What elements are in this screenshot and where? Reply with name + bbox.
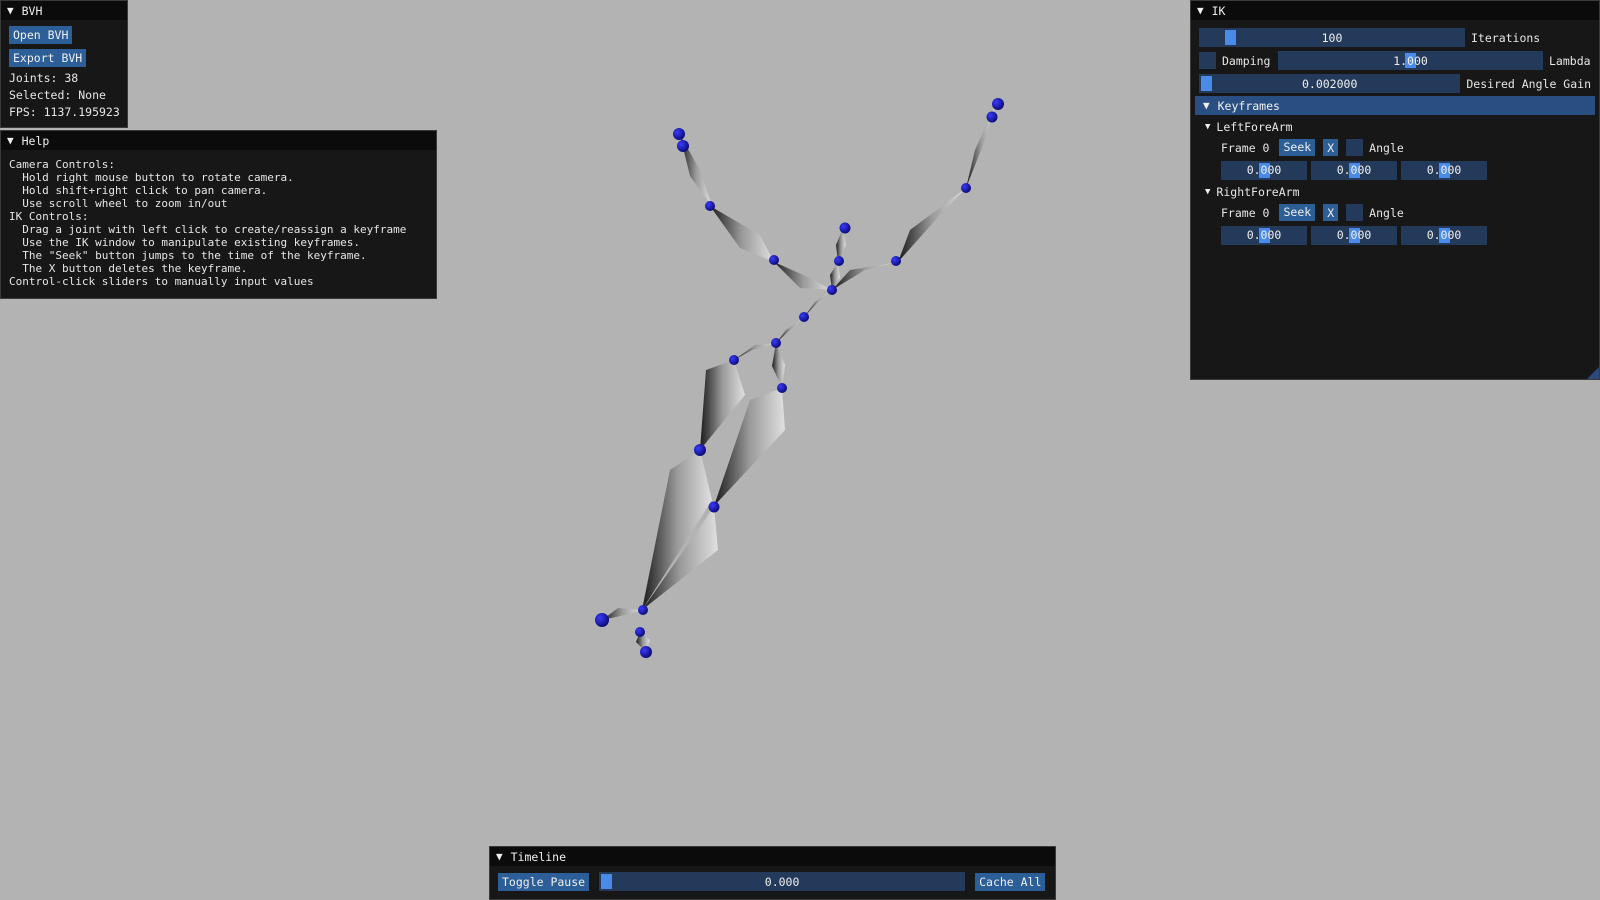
iterations-value: 100 [1321, 30, 1343, 45]
collapse-triangle-icon[interactable]: ▼ [7, 4, 14, 17]
timeline-titlebar[interactable]: ▼ Timeline [490, 847, 1055, 866]
help-line: Camera Controls: [9, 158, 115, 171]
bvh-window: ▼ BVH Open BVH Export BVH Joints: 38 Sel… [0, 0, 128, 128]
ik-titlebar[interactable]: ▼ IK [1191, 1, 1599, 20]
vector-x-value: 0.000 [1246, 228, 1282, 242]
help-line: The "Seek" button jumps to the time of t… [9, 249, 367, 262]
keyframe-row: Frame 0 Seek X Angle [1191, 136, 1599, 159]
angle-checkbox[interactable] [1346, 139, 1364, 156]
help-line: Hold right mouse button to rotate camera… [9, 171, 294, 184]
vector-y-slider[interactable]: 0.000 [1311, 225, 1397, 245]
bvh-titlebar[interactable]: ▼ BVH [1, 1, 127, 20]
help-line: The X button deletes the keyframe. [9, 262, 248, 275]
vector-y-slider[interactable]: 0.000 [1311, 160, 1397, 180]
timeline-slider[interactable]: 0.000 [599, 872, 966, 891]
damping-checkbox[interactable] [1199, 52, 1216, 69]
damping-label: Damping [1222, 53, 1271, 68]
angle-gain-label: Desired Angle Gain [1466, 76, 1591, 91]
slider-grab[interactable] [1201, 76, 1212, 91]
iterations-label: Iterations [1471, 30, 1541, 45]
vector-z-value: 0.000 [1426, 163, 1462, 177]
collapse-triangle-icon[interactable]: ▼ [7, 134, 14, 147]
collapse-triangle-icon[interactable]: ▼ [1205, 122, 1210, 132]
vector-z-slider[interactable]: 0.000 [1401, 225, 1487, 245]
angle-gain-value: 0.002000 [1301, 76, 1358, 91]
keyframe-joint-name: RightForeArm [1216, 184, 1300, 199]
iterations-slider[interactable]: 100 [1199, 28, 1465, 47]
resize-grip-icon[interactable] [1587, 367, 1599, 379]
delete-keyframe-button[interactable]: X [1323, 204, 1339, 221]
vector-x-value: 0.000 [1246, 163, 1282, 177]
ik-title: IK [1211, 3, 1226, 18]
cache-all-button[interactable]: Cache All [975, 872, 1046, 891]
export-bvh-button[interactable]: Export BVH [9, 49, 87, 67]
keyframe-joint-name: LeftForeArm [1216, 119, 1293, 134]
vector-z-slider[interactable]: 0.000 [1401, 160, 1487, 180]
keyframe-vector: 0.000 0.000 0.000 [1191, 159, 1599, 181]
help-titlebar[interactable]: ▼ Help [1, 131, 436, 150]
slider-grab[interactable] [1225, 30, 1236, 45]
collapse-triangle-icon[interactable]: ▼ [1197, 4, 1204, 17]
ik-window: ▼ IK 100 Iterations Damping 1.000 Lambda… [1190, 0, 1600, 380]
collapse-triangle-icon[interactable]: ▼ [1205, 187, 1210, 197]
vector-x-slider[interactable]: 0.000 [1221, 225, 1307, 245]
frame-label: Frame 0 [1221, 140, 1270, 155]
angle-checkbox[interactable] [1346, 204, 1364, 221]
help-line: Hold shift+right click to pan camera. [9, 184, 268, 197]
vector-y-value: 0.000 [1336, 163, 1372, 177]
vector-y-value: 0.000 [1336, 228, 1372, 242]
keyframe-row: Frame 0 Seek X Angle [1191, 201, 1599, 224]
keyframe-node-leftforearm[interactable]: ▼ LeftForeArm [1191, 117, 1599, 136]
frame-label: Frame 0 [1221, 205, 1270, 220]
lambda-value: 1.000 [1393, 53, 1428, 68]
angle-label: Angle [1369, 140, 1404, 155]
slider-grab[interactable] [601, 874, 613, 889]
timeline-value: 0.000 [764, 874, 800, 889]
keyframe-vector: 0.000 0.000 0.000 [1191, 224, 1599, 246]
angle-label: Angle [1369, 205, 1404, 220]
timeline-window: ▼ Timeline Toggle Pause 0.000 Cache All [489, 846, 1056, 900]
timeline-title: Timeline [510, 849, 567, 864]
collapse-triangle-icon[interactable]: ▼ [1203, 99, 1210, 112]
bvh-title: BVH [21, 3, 43, 18]
lambda-label: Lambda [1549, 53, 1591, 68]
collapse-triangle-icon[interactable]: ▼ [496, 850, 503, 863]
help-title: Help [21, 133, 50, 148]
joints-count: Joints: 38 [9, 71, 79, 85]
toggle-pause-button[interactable]: Toggle Pause [498, 872, 590, 891]
fps-readout: FPS: 1137.195923 [9, 105, 120, 119]
seek-button[interactable]: Seek [1279, 139, 1316, 156]
help-line: IK Controls: [9, 210, 89, 223]
lambda-slider[interactable]: 1.000 [1278, 51, 1543, 70]
keyframes-header[interactable]: ▼ Keyframes [1195, 96, 1595, 115]
delete-keyframe-button[interactable]: X [1323, 139, 1339, 156]
help-line: Use scroll wheel to zoom in/out [9, 197, 228, 210]
help-line: Control-click sliders to manually input … [9, 275, 314, 288]
vector-z-value: 0.000 [1426, 228, 1462, 242]
help-line: Drag a joint with left click to create/r… [9, 223, 407, 236]
vector-x-slider[interactable]: 0.000 [1221, 160, 1307, 180]
help-line: Use the IK window to manipulate existing… [9, 236, 360, 249]
seek-button[interactable]: Seek [1279, 204, 1316, 221]
selected-joint: Selected: None [9, 88, 106, 102]
keyframe-node-rightforearm[interactable]: ▼ RightForeArm [1191, 182, 1599, 201]
open-bvh-button[interactable]: Open BVH [9, 26, 73, 44]
angle-gain-slider[interactable]: 0.002000 [1199, 74, 1461, 93]
help-window: ▼ Help Camera Controls: Hold right mouse… [0, 130, 437, 299]
keyframes-header-label: Keyframes [1217, 98, 1280, 113]
skeleton-bones [602, 104, 996, 652]
